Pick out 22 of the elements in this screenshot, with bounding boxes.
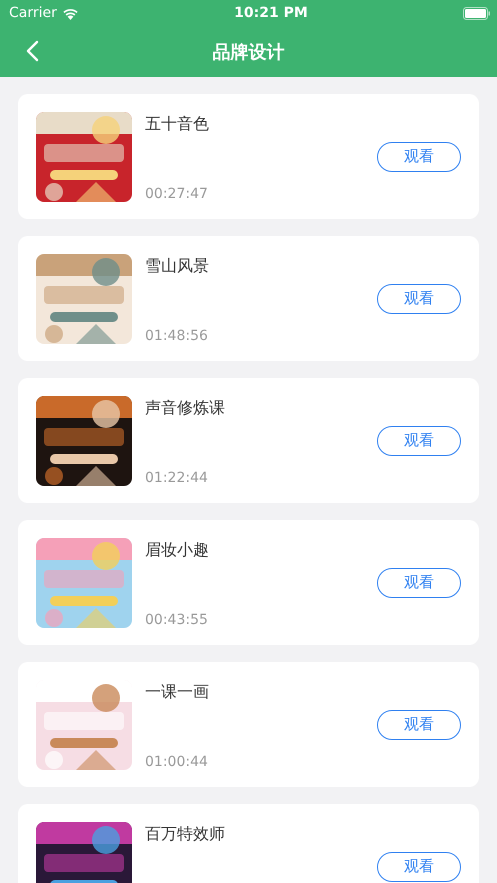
watch-button[interactable]: 观看 [377, 426, 461, 456]
course-duration: 01:48:56 [145, 328, 209, 344]
watch-button[interactable]: 观看 [377, 142, 461, 172]
carrier-label: Carrier [9, 5, 57, 21]
course-title: 百万特效师 [145, 824, 226, 844]
status-time: 10:21 PM [234, 5, 308, 21]
course-duration: 01:00:44 [145, 754, 209, 770]
wifi-icon [62, 6, 79, 20]
course-title: 声音修炼课 [145, 398, 226, 418]
page-title: 品牌设计 [212, 40, 284, 64]
watch-button[interactable]: 观看 [377, 710, 461, 740]
course-duration: 01:22:44 [145, 470, 209, 486]
watch-button[interactable]: 观看 [377, 568, 461, 598]
course-duration: 00:27:47 [145, 186, 209, 202]
course-title: 眉妆小趣 [145, 540, 210, 560]
watch-button[interactable]: 观看 [377, 852, 461, 882]
course-title: 雪山风景 [145, 256, 210, 276]
course-title: 一课一画 [145, 682, 210, 702]
battery-icon [463, 6, 491, 20]
course-duration: 00:43:55 [145, 612, 209, 628]
watch-button[interactable]: 观看 [377, 284, 461, 314]
course-title: 五十音色 [145, 114, 210, 134]
